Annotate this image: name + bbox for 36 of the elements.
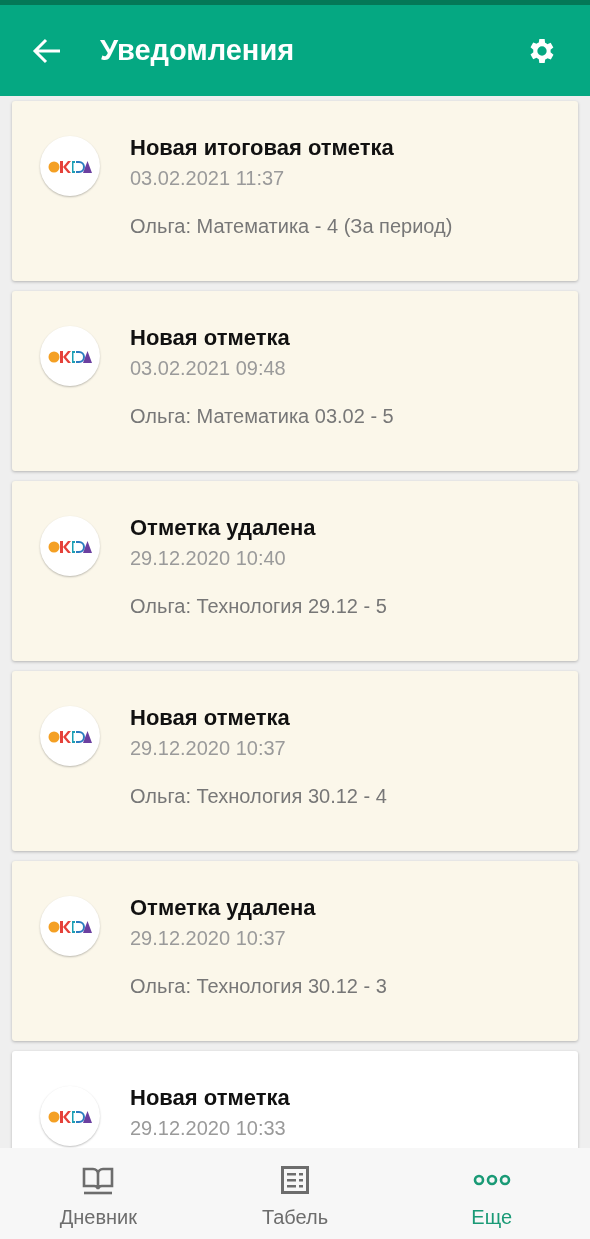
notification-message: Ольга: Математика - 4 (За период): [130, 214, 453, 239]
book-icon: [82, 1165, 115, 1195]
notification-time: 29.12.2020 10:37: [130, 736, 287, 761]
notification-title: Отметка удалена: [130, 514, 317, 542]
nav-tab[interactable]: Табель: [196, 1148, 394, 1239]
nav-tab[interactable]: Дневник: [0, 1148, 197, 1239]
notification-message: Ольга: Математика 03.02 - 5: [130, 404, 394, 429]
notification-time: 03.02.2021 09:48: [130, 356, 287, 381]
notification-title: Новая отметка: [130, 704, 291, 732]
school-logo-icon: [48, 728, 92, 744]
notification-time: 29.12.2020 10:37: [130, 926, 287, 951]
school-logo-icon: [48, 538, 92, 554]
notification-time: 29.12.2020 10:40: [130, 546, 287, 571]
screen-title: Уведомления: [100, 32, 296, 68]
notification-card[interactable]: Новая отметка 03.02.2021 09:48 Ольга: Математика 03.02 - 5: [12, 291, 578, 471]
notification-time: 03.02.2021 11:37: [130, 166, 286, 191]
back-arrow-icon: [32, 37, 62, 64]
notification-title: Отметка удалена: [130, 894, 317, 922]
notification-message: Ольга: Технология 29.12 - 5: [130, 594, 387, 619]
notification-message: Ольга: Технология 30.12 - 3: [130, 974, 387, 999]
list-document-icon: [280, 1165, 310, 1195]
more-icon: [472, 1174, 511, 1186]
notification-card[interactable]: Новая отметка 29.12.2020 10:37 Ольга: Технология 30.12 - 4: [12, 671, 578, 851]
notification-message: Ольга: Технология 30.12 - 4: [130, 784, 387, 809]
notification-card[interactable]: Отметка удалена 29.12.2020 10:40 Ольга: Технология 29.12 - 5: [12, 481, 578, 661]
school-logo-icon: [48, 348, 92, 364]
school-logo-icon: [48, 158, 92, 174]
notification-time: 29.12.2020 10:33: [130, 1116, 287, 1141]
school-logo-icon: [48, 1108, 92, 1124]
notification-title: Новая отметка: [130, 1084, 290, 1112]
notification-card[interactable]: Новая отметка 29.12.2020 10:33: [12, 1051, 578, 1148]
school-logo-icon: [48, 918, 92, 934]
notification-title: Новая итоговая отметка: [130, 134, 395, 162]
notification-card[interactable]: Отметка удалена 29.12.2020 10:37 Ольга: Технология 30.12 - 3: [12, 861, 578, 1041]
notification-card[interactable]: Новая итоговая отметка 03.02.2021 11:37 Ольга: Математика - 4 (За период): [12, 101, 578, 281]
notification-title: Новая отметка: [130, 324, 291, 352]
